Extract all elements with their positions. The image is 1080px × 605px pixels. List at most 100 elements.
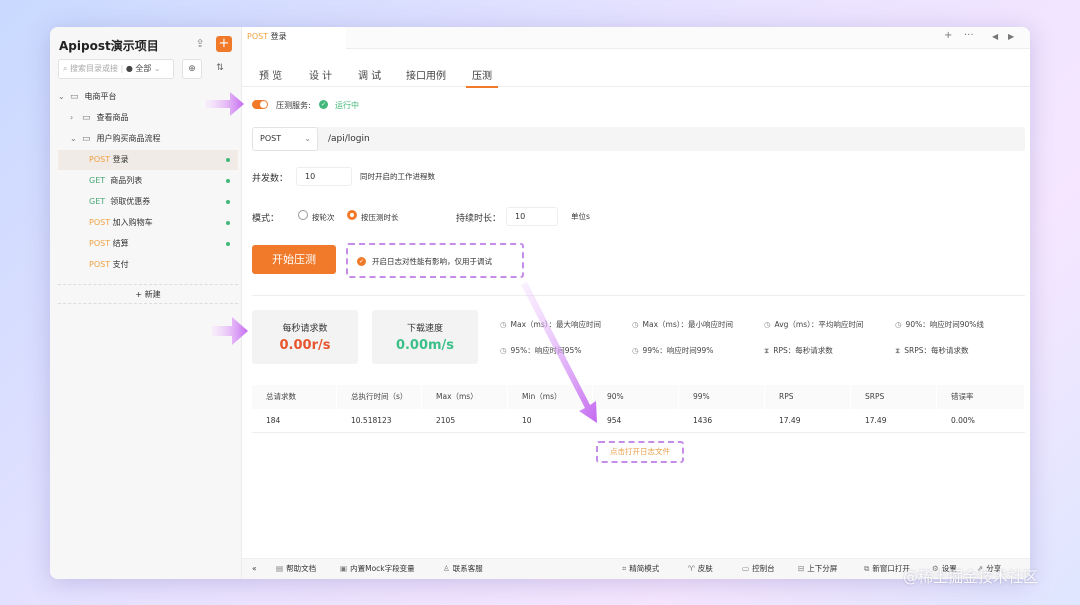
legend-text: 95%：响应时间95% (510, 346, 582, 355)
service-toggle[interactable] (252, 100, 268, 109)
skin-button[interactable]: ♈ 皮肤 (688, 559, 713, 579)
bottom-label: 联系客服 (452, 564, 483, 573)
split-screen-button[interactable]: ⊟ 上下分屏 (798, 559, 837, 579)
method-badge: GET (89, 197, 106, 206)
tab-design[interactable]: 设 计 (309, 67, 332, 82)
column-header: 总执行时间（s） (337, 385, 422, 409)
bottom-label: 内置Mock字段变量 (350, 564, 415, 573)
column-header: 错误率 (937, 385, 1025, 409)
tree-folder-item[interactable]: ⌄ ▭ 用户购买商品流程 (58, 129, 238, 149)
log-checkbox[interactable]: ✓ (357, 257, 366, 266)
table-cell: 10 (522, 416, 532, 425)
tab-debug[interactable]: 调 试 (358, 67, 381, 82)
speed-card: 下载速度 0.00m/s (372, 310, 478, 364)
status-dot (226, 200, 230, 204)
url-bar: POST ⌄ /api/login (252, 127, 1025, 151)
tab-preview[interactable]: 预 览 (259, 67, 282, 82)
start-test-button[interactable]: 开始压测 (252, 245, 336, 274)
column-header: 90% (593, 385, 679, 409)
legend-item: ◷ 90%：响应时间90%线 (895, 319, 984, 330)
legend-text: Avg（ms）：平均响应时间 (774, 320, 864, 329)
tree-api-item[interactable]: POST 结算 (58, 234, 238, 254)
open-log-file-link[interactable]: 点击打开日志文件 (596, 441, 684, 463)
legend-item: ◷ Max（ms）：最小响应时间 (632, 319, 733, 330)
project-title[interactable]: Apipost演示项目 (59, 37, 159, 54)
chevron-down-icon[interactable]: ⌄ (148, 38, 156, 49)
search-placeholder: 搜索目录或接 (70, 64, 119, 73)
chevron-down-icon: ⌄ (153, 64, 161, 73)
new-button-label: 新建 (144, 290, 161, 299)
simple-mode-button[interactable]: ⌗ 精简模式 (622, 559, 659, 579)
method-badge: POST (89, 239, 111, 248)
table-cell: 954 (607, 416, 622, 425)
tab-prev-icon[interactable]: ◀ (992, 32, 998, 41)
tree-folder-item[interactable]: › ▭ 查看商品 (58, 108, 238, 128)
clock-icon: ◷ (895, 320, 902, 329)
mock-vars-button[interactable]: ▣ 内置Mock字段变量 (340, 559, 415, 579)
folder-icon: ▭ (70, 92, 79, 102)
table-cell: 0.00% (951, 416, 975, 425)
search-input[interactable]: ⌕ 搜索目录或接 | ● 全部 ⌄ (58, 59, 174, 79)
duration-label: 持续时长： (456, 214, 502, 224)
tree-api-item[interactable]: POST 加入购物车 (58, 213, 238, 233)
legend-item: ⧗ RPS：每秒请求数 (764, 345, 833, 356)
legend-text: SRPS：每秒请求数 (904, 346, 969, 355)
status-dot (226, 221, 230, 225)
new-button[interactable]: + 新建 (58, 284, 238, 304)
import-icon[interactable]: ⇪ (192, 36, 208, 52)
rps-value: 0.00r/s (279, 338, 331, 353)
more-icon[interactable]: ··· (964, 30, 974, 41)
url-input[interactable]: /api/login (328, 127, 370, 151)
tree-folder-item[interactable]: ⌄ ▭ 电商平台 (58, 87, 238, 107)
tree-api-item[interactable]: GET 商品列表 (58, 171, 238, 191)
tab-title: 登录 (270, 32, 287, 41)
tree-api-item[interactable]: GET 领取优惠券 (58, 192, 238, 212)
tree-item-label: 结算 (112, 239, 129, 248)
column-header: RPS (765, 385, 851, 409)
method-select[interactable]: POST ⌄ (252, 127, 318, 151)
legend-item: ◷ Avg（ms）：平均响应时间 (764, 319, 863, 330)
console-button[interactable]: ▭ 控制台 (742, 559, 775, 579)
legend-item: ◷ 99%：响应时间99% (632, 345, 713, 356)
support-button[interactable]: ♙ 联系客服 (443, 559, 483, 579)
method-value: POST (260, 134, 282, 143)
table-row: 184 10.518123 2105 10 954 1436 17.49 17.… (252, 409, 1025, 433)
radio-by-rounds[interactable] (298, 210, 308, 220)
user-icon: ♙ (443, 564, 450, 573)
status-dot (226, 158, 230, 162)
split-icon: ⊟ (798, 564, 805, 573)
locate-icon[interactable]: ⊕ (182, 59, 202, 79)
divider: | (120, 64, 124, 73)
collapse-sidebar-icon[interactable]: « (252, 559, 257, 579)
method-badge: POST (247, 32, 269, 41)
speed-value: 0.00m/s (395, 338, 455, 353)
mock-icon: ▣ (340, 564, 348, 573)
radio-by-duration[interactable] (347, 210, 357, 220)
method-badge: GET (89, 176, 106, 185)
chevron-down-icon: ⌄ (58, 92, 65, 101)
table-cell: 184 (266, 416, 281, 425)
tab-test-cases[interactable]: 接口用例 (406, 67, 446, 82)
folder-icon: ▭ (82, 113, 91, 123)
tab-next-icon[interactable]: ▶ (1008, 32, 1014, 41)
clock-icon: ◷ (632, 320, 639, 329)
add-button[interactable]: + (216, 36, 232, 52)
tree-api-item[interactable]: POST 支付 (58, 255, 238, 275)
tab-post-login[interactable]: POST 登录 (242, 27, 346, 49)
tree-item-label: 查看商品 (96, 113, 129, 122)
tree-api-item[interactable]: POST 登录 (58, 150, 238, 170)
scope-select[interactable]: 全部 (135, 64, 151, 73)
legend-text: 90%：响应时间90%线 (905, 320, 984, 329)
concurrency-input[interactable]: 10 (296, 167, 352, 186)
hourglass-icon: ⧗ (764, 346, 770, 355)
legend-text: 99%：响应时间99% (642, 346, 714, 355)
clock-icon: ◷ (632, 346, 639, 355)
plus-icon[interactable]: + (944, 30, 952, 41)
collapse-icon[interactable]: ⇅ (210, 59, 230, 79)
help-docs-button[interactable]: ▤ 帮助文档 (276, 559, 316, 579)
mode-label: 模式： (252, 214, 280, 224)
sidebar: Apipost演示项目 ⌄ ⇪ + ⌕ 搜索目录或接 | ● 全部 ⌄ ⊕ ⇅ … (50, 27, 242, 579)
tab-stress-test[interactable]: 压测 (472, 67, 492, 82)
clock-icon: ◷ (764, 320, 771, 329)
duration-input[interactable]: 10 (506, 207, 558, 226)
